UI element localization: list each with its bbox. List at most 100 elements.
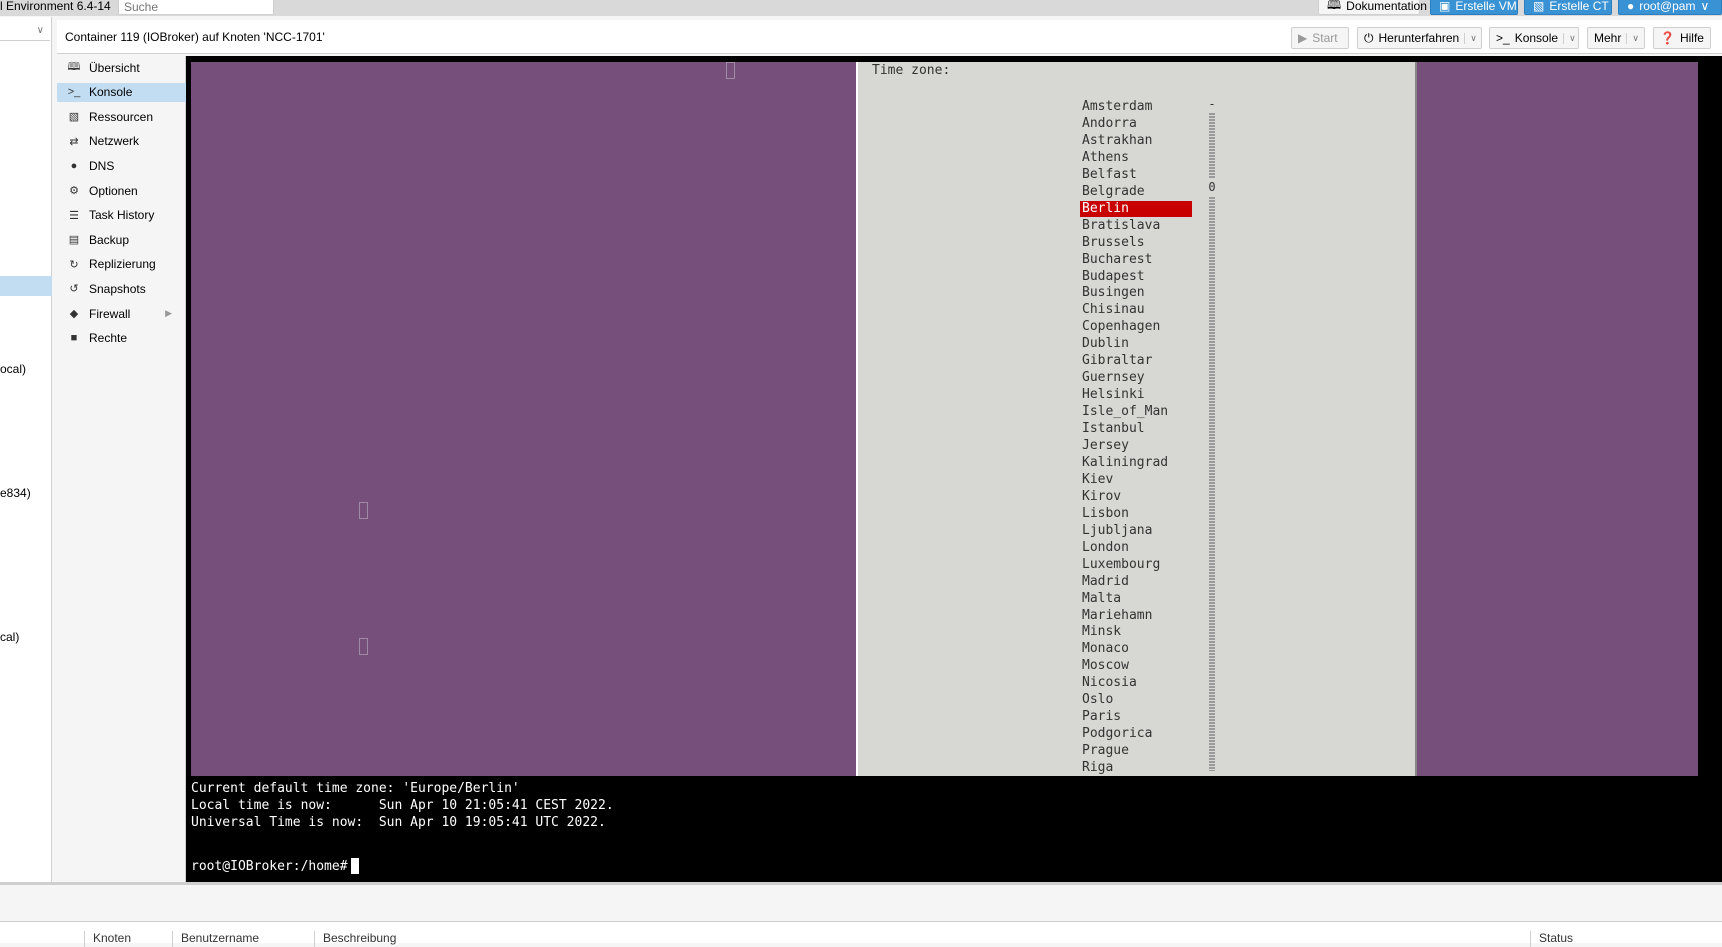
scrollbar-top-mark: -	[1208, 97, 1216, 111]
help-label: Hilfe	[1679, 31, 1704, 45]
list-icon: ☰	[69, 209, 79, 222]
timezone-label: Berlin	[1080, 200, 1192, 217]
sidebar-item-label: Rechte	[89, 331, 128, 346]
timezone-option[interactable]: Riga	[858, 760, 1419, 779]
timezone-label: Andorra	[1082, 115, 1137, 131]
desktop-icon: ▣	[1439, 0, 1451, 13]
timezone-label: Moscow	[1082, 658, 1129, 674]
sidebar-item-konsole[interactable]: >_ Konsole	[57, 82, 186, 102]
timezone-label: Monaco	[1082, 641, 1129, 657]
console-button[interactable]: >_ Konsole ∨	[1489, 27, 1579, 49]
globe-icon: ●	[70, 159, 78, 172]
create-vm-label: Erstelle VM	[1455, 0, 1517, 13]
documentation-button[interactable]: 🕮 Dokumentation	[1318, 0, 1427, 15]
shutdown-label: Herunterfahren	[1378, 31, 1460, 45]
sidebar-item-task-history[interactable]: ☰ Task History	[57, 206, 186, 225]
sidebar-item-ressourcen[interactable]: ▧ Ressourcen	[57, 107, 186, 126]
start-button[interactable]: ▶ Start	[1291, 27, 1349, 49]
cube-icon: ▧	[68, 111, 80, 124]
timezone-label: Amsterdam	[1082, 99, 1153, 114]
cursor-artifact	[359, 502, 368, 519]
create-ct-button[interactable]: ▧ Erstelle CT	[1524, 0, 1612, 15]
timezone-label: Luxembourg	[1082, 556, 1161, 572]
timezone-label: Athens	[1082, 149, 1129, 165]
terminal-icon: >_	[67, 86, 81, 99]
tree-view-selector[interactable]: ∨	[0, 23, 50, 41]
chevron-down-icon[interactable]: ∨	[1464, 32, 1477, 44]
sidebar-item-optionen[interactable]: ⚙ Optionen	[57, 181, 186, 200]
chevron-down-icon: ∨	[1700, 0, 1710, 13]
timezone-label: Bratislava	[1082, 217, 1161, 233]
power-icon: ⏻	[1364, 30, 1374, 45]
sidebar-nav: 🕮 Übersicht >_ Konsole ▧ Ressourcen ⇄ Netzwerk ●…	[57, 56, 186, 882]
console-label: Konsole	[1514, 31, 1559, 45]
timezone-label: Kaliningrad	[1082, 454, 1169, 470]
timezone-label: Chisinau	[1082, 302, 1145, 318]
timezone-label: Malta	[1082, 590, 1122, 606]
terminal-output-line: Universal Time is now: Sun Apr 10 19:05:…	[191, 815, 606, 830]
timezone-label: Lisbon	[1082, 505, 1129, 521]
tree-node-label[interactable]: e834)	[0, 486, 31, 500]
timezone-dialog[interactable]: Time zone: Amsterdam Andorra Astrakhan Athe…	[856, 62, 1417, 776]
unlock-icon: ■	[70, 332, 78, 345]
timezone-label: Dublin	[1082, 336, 1129, 352]
sidebar-item-label: Snapshots	[89, 281, 146, 296]
terminal-output: Current default time zone: 'Europe/Berli…	[191, 780, 614, 831]
documentation-label: Dokumentation	[1346, 0, 1427, 13]
timezone-label: Belfast	[1082, 166, 1137, 182]
sidebar-item-replizierung[interactable]: ↻ Replizierung	[57, 255, 186, 274]
play-icon: ▶	[1298, 31, 1308, 45]
shield-icon: ◆	[69, 308, 79, 320]
resource-tree[interactable]: ∨ ocal) e834) cal)	[0, 17, 52, 882]
gear-icon: ⚙	[69, 185, 79, 197]
tree-node-label[interactable]: cal)	[0, 630, 19, 644]
history-icon: ↺	[69, 283, 79, 296]
sidebar-item-netzwerk[interactable]: ⇄ Netzwerk	[57, 132, 186, 151]
timezone-label: Nicosia	[1082, 675, 1137, 691]
timezone-label: Copenhagen	[1082, 319, 1161, 335]
user-icon: ●	[1627, 0, 1635, 13]
sidebar-item-dns[interactable]: ● DNS	[57, 156, 186, 175]
sidebar-item-label: Firewall	[89, 306, 131, 321]
top-bar: l Environment 6.4-14 🕮 Dokumentation ▣ E…	[0, 0, 1722, 16]
shutdown-button[interactable]: ⏻ Herunterfahren ∨	[1357, 27, 1482, 49]
timezone-label: Prague	[1082, 743, 1129, 759]
sidebar-item-label: Task History	[89, 208, 155, 223]
sidebar-item-snapshots[interactable]: ↺ Snapshots	[57, 279, 186, 298]
timezone-label: Paris	[1082, 709, 1122, 725]
timezone-label: Riga	[1082, 760, 1114, 776]
timezone-label: Ljubljana	[1082, 522, 1153, 538]
tree-node-label[interactable]: ocal)	[0, 362, 26, 376]
help-button[interactable]: ❓ Hilfe	[1653, 27, 1711, 49]
sidebar-item-label: Netzwerk	[89, 134, 140, 149]
sidebar-item-label: Konsole	[89, 85, 133, 100]
timezone-label: Belgrade	[1082, 183, 1145, 199]
console-terminal[interactable]: Time zone: Amsterdam Andorra Astrakhan Athe…	[186, 56, 1722, 882]
search-input[interactable]	[118, 0, 274, 15]
column-header-status[interactable]: Status	[1530, 931, 1573, 947]
sidebar-item-label: Übersicht	[89, 60, 140, 75]
sidebar-item-übersicht[interactable]: 🕮 Übersicht	[57, 58, 186, 77]
column-header-description[interactable]: Beschreibung	[314, 931, 396, 947]
column-header-node[interactable]: Knoten	[84, 931, 131, 947]
chevron-down-icon[interactable]: ∨	[1563, 32, 1576, 44]
terminal-icon: >_	[1496, 31, 1510, 45]
submenu-arrow-icon: ▶	[165, 308, 172, 318]
scrollbar-track	[1209, 113, 1215, 771]
column-header-username[interactable]: Benutzername	[172, 931, 259, 947]
sidebar-item-rechte[interactable]: ■ Rechte	[57, 329, 186, 348]
more-button[interactable]: Mehr ∨	[1587, 27, 1645, 49]
log-panel: Knoten Benutzername Beschreibung Status	[0, 882, 1722, 947]
content-header: Container 119 (IOBroker) auf Knoten 'NCC…	[57, 20, 1722, 54]
tree-selected-node[interactable]	[0, 276, 52, 296]
user-menu-button[interactable]: ● root@pam ∨	[1618, 0, 1722, 15]
terminal-prompt-line[interactable]: root@IOBroker:/home#	[191, 858, 359, 874]
chevron-down-icon: ∨	[1626, 32, 1639, 44]
timezone-label: Astrakhan	[1082, 132, 1153, 148]
timezone-label: Kirov	[1082, 488, 1122, 504]
create-vm-button[interactable]: ▣ Erstelle VM	[1430, 0, 1518, 15]
list-scrollbar[interactable]: - 0	[1208, 97, 1216, 771]
sidebar-item-backup[interactable]: ▤ Backup	[57, 230, 186, 249]
timezone-label: Kiev	[1082, 471, 1114, 487]
sidebar-item-firewall[interactable]: ◆ Firewall ▶	[57, 304, 186, 323]
